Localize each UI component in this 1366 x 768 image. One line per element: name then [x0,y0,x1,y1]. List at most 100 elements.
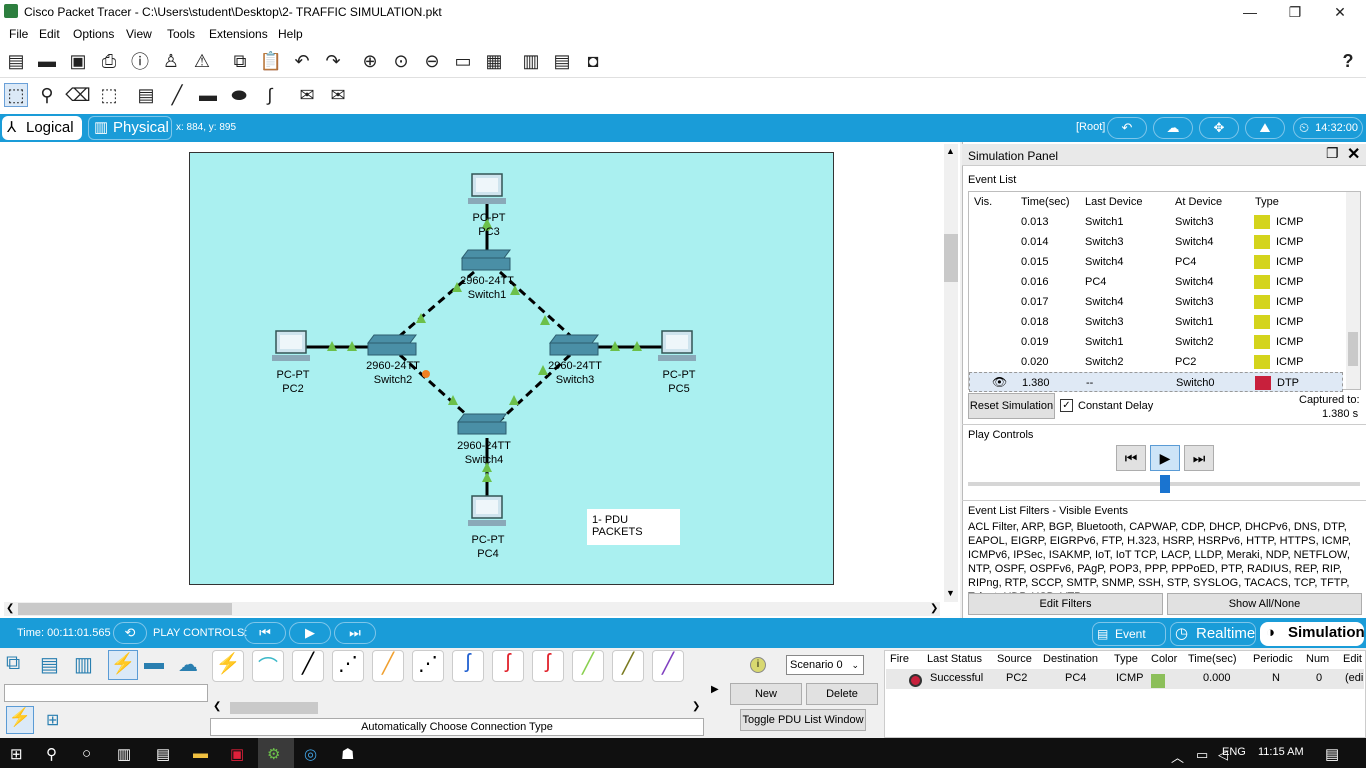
tray-chevron-icon[interactable]: ︿ [1171,747,1184,766]
device-pc2[interactable]: PC-PT PC2 [253,368,333,396]
back-icon[interactable]: ↶ [1107,117,1147,139]
move-icon[interactable]: ✥ [1199,117,1239,139]
crossover-cable-icon[interactable]: ⋰ [332,650,364,682]
event-row-selected[interactable]: 👁 1.380 -- Switch0 DTP [969,372,1343,392]
edge-icon[interactable]: ◎ [304,745,317,763]
minimize-button[interactable]: — [1230,2,1270,22]
event-row[interactable]: 0.017 Switch4 Switch3 ICMP [969,292,1343,312]
app-icon-taskbar[interactable]: ☗ [341,745,354,763]
phone-cable-icon[interactable]: ⋰ [412,650,444,682]
realtime-mode-tab[interactable]: ◷ Realtime [1170,622,1256,646]
constant-delay-checkbox[interactable]: ✓ [1060,399,1073,412]
device-switch1[interactable]: 2960-24TT Switch1 [447,274,527,302]
device-switch3[interactable]: 2960-24TT Switch3 [535,359,615,387]
toggle-pdu-list-button[interactable]: Toggle PDU List Window [740,709,866,731]
fiber-cable-icon[interactable]: ╱ [372,650,404,682]
event-row[interactable]: 0.020 Switch2 PC2 ICMP [969,352,1343,372]
bottom-step-back-button[interactable]: ⏮ [244,622,286,644]
close-button[interactable]: ✕ [1320,2,1360,22]
octal-cable-icon[interactable]: ╱ [572,650,604,682]
device-pc5[interactable]: PC-PT PC5 [639,368,719,396]
pdu-edit[interactable]: (edi [1345,672,1363,684]
device-pc3[interactable]: PC-PT PC3 [449,211,529,239]
scenario-info-icon[interactable]: i [750,657,766,673]
scroll-up-icon[interactable]: ▲ [946,146,955,156]
delete-scenario-button[interactable]: Delete [806,683,878,705]
event-row[interactable]: 0.013 Switch1 Switch3 ICMP [969,212,1343,232]
scenario-select[interactable]: Scenario 0 ⌄ [786,655,864,675]
cables-scroll-thumb[interactable] [230,702,318,714]
cluster-icon[interactable]: ☁ [1153,117,1193,139]
connections-subtype-icon[interactable]: ⚡ [6,706,34,734]
coaxial-cable-icon[interactable]: ʃ [452,650,484,682]
workspace-vertical-scrollbar[interactable] [944,144,958,602]
scroll-left-icon[interactable]: ❮ [6,603,14,614]
task-view-icon[interactable]: ▥ [117,745,131,763]
event-row[interactable]: 0.015 Switch4 PC4 ICMP [969,252,1343,272]
device-switch2[interactable]: 2960-24TT Switch2 [353,359,433,387]
app-taskbar-icon[interactable]: ▤ [156,745,170,763]
edit-filters-button[interactable]: Edit Filters [968,593,1163,615]
maximize-button[interactable]: ❐ [1275,2,1315,22]
connections-icon[interactable]: ⚡ [108,650,138,680]
fire-icon[interactable] [909,674,922,687]
taskbar-clock[interactable]: 11:15 AM [1258,746,1304,758]
workspace-horizontal-scroll-thumb[interactable] [18,603,232,615]
cables-scroll-left-icon[interactable]: ❮ [213,701,221,712]
auto-cable-icon[interactable]: ⚡ [212,650,244,682]
event-list-scroll-thumb[interactable] [1348,332,1358,366]
event-row[interactable]: 0.018 Switch3 Switch1 ICMP [969,312,1343,332]
speed-slider-thumb[interactable] [1160,475,1170,493]
root-label[interactable]: [Root] [1076,121,1105,133]
undock-icon[interactable]: ❐ [1326,145,1339,162]
viewport-icon[interactable]: ⛰ [1245,117,1285,139]
app-red-icon[interactable]: ▣ [230,745,244,763]
reset-simulation-button[interactable]: Reset Simulation [968,393,1055,419]
straight-through-cable-icon[interactable]: ╱ [292,650,324,682]
event-list-toggle[interactable]: ▤ Event List [1092,622,1166,663]
new-scenario-button[interactable]: New [730,683,802,705]
windows-start-icon[interactable]: ⊞ [10,745,23,763]
simulation-mode-tab[interactable]: ◑ Simulation [1260,622,1365,646]
collapse-arrow-icon[interactable]: ▶ [711,684,719,695]
play-button[interactable]: ▶ [1150,445,1180,471]
help-icon[interactable]: ? [1336,49,1360,73]
step-back-button[interactable]: ⏮ [1116,445,1146,471]
usb-cable-icon[interactable]: ╱ [652,650,684,682]
scroll-right-icon[interactable]: ❯ [930,603,938,614]
network-devices-icon[interactable]: ⧉ [6,652,20,675]
event-row[interactable]: 0.019 Switch1 Switch2 ICMP [969,332,1343,352]
device-search-input[interactable] [4,684,208,702]
console-cable-icon[interactable]: ⌒ [252,650,284,682]
device-pc4[interactable]: PC-PT PC4 [448,533,528,561]
device-switch4[interactable]: 2960-24TT Switch4 [444,439,524,467]
misc-icon[interactable]: ▬ [144,652,164,675]
language-indicator[interactable]: ENG [1222,746,1246,758]
iot-cable-icon[interactable]: ╱ [612,650,644,682]
canvas-note[interactable]: 1- PDU PACKETS [587,509,680,545]
device-name: Switch1 [467,289,507,301]
bottom-step-forward-button[interactable]: ⏭ [334,622,376,644]
event-row[interactable]: 0.014 Switch3 Switch4 ICMP [969,232,1343,252]
network-tray-icon[interactable]: ▭ [1196,747,1208,763]
reset-time-icon[interactable]: ⟲ [113,622,147,644]
search-icon[interactable]: ⚲ [46,745,57,763]
event-row[interactable]: 0.016 PC4 Switch4 ICMP [969,272,1343,292]
workspace-vertical-scroll-thumb[interactable] [944,234,958,282]
cables-scroll-right-icon[interactable]: ❯ [692,701,700,712]
step-forward-button[interactable]: ⏭ [1184,445,1214,471]
end-devices-icon[interactable]: ▤ [40,652,59,677]
file-explorer-icon[interactable]: ▬ [193,745,208,762]
multiuser-icon[interactable]: ☁ [178,652,198,677]
components-icon[interactable]: ▥ [74,652,93,677]
clock-button[interactable]: ⏲ 14:32:00 [1293,117,1363,139]
show-all-none-button[interactable]: Show All/None [1167,593,1362,615]
close-panel-icon[interactable]: ✕ [1347,144,1360,164]
notifications-icon[interactable]: ▤ [1325,745,1339,763]
cortana-icon[interactable]: ○ [82,745,91,762]
bottom-play-button[interactable]: ▶ [289,622,331,644]
serial-dte-cable-icon[interactable]: ʃ [532,650,564,682]
grid-icon[interactable]: ⊞ [46,710,59,730]
serial-dce-cable-icon[interactable]: ʃ [492,650,524,682]
scroll-down-icon[interactable]: ▼ [946,588,955,598]
